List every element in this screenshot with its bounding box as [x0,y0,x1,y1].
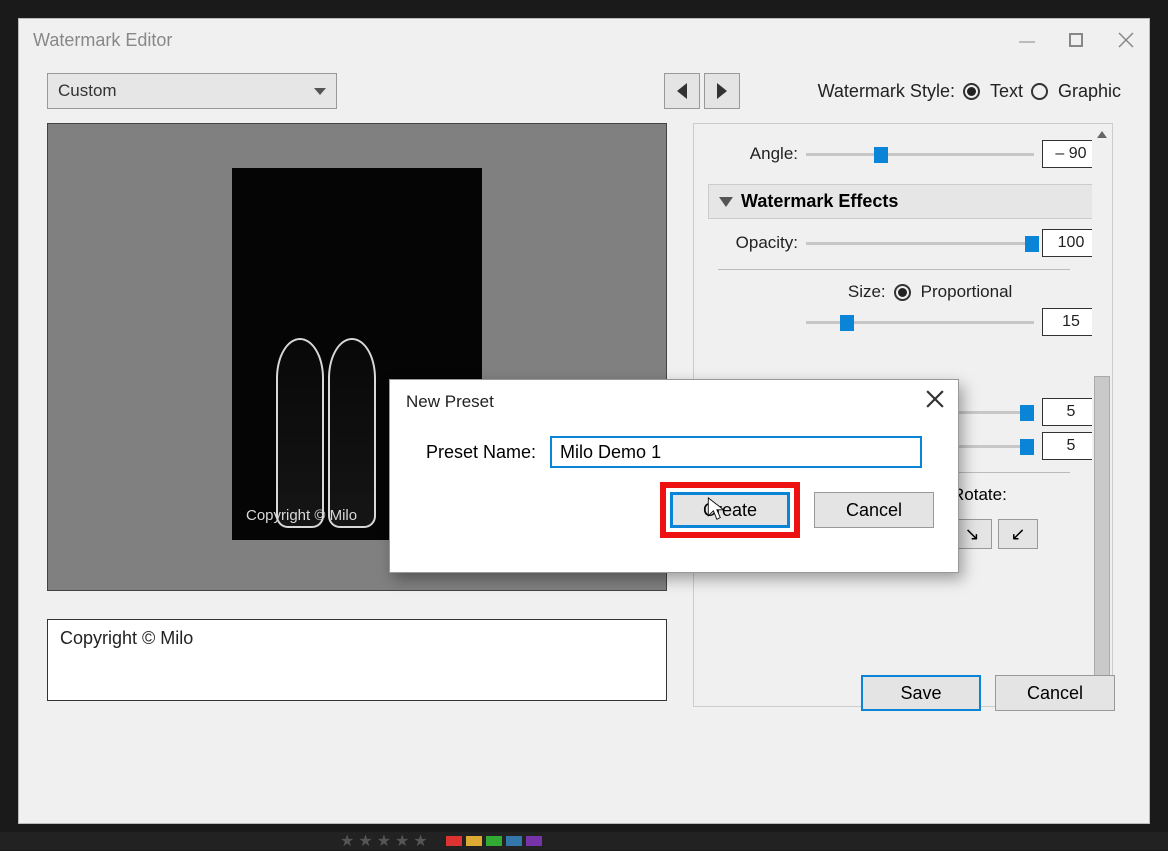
watermark-style-group: Watermark Style: Text Graphic [818,81,1121,102]
preset-dropdown[interactable]: Custom [47,73,337,109]
watermark-preview-text: Copyright © Milo [246,507,357,524]
size-mode-label: Proportional [921,282,1013,302]
dialog-close-button[interactable] [926,390,944,413]
watermark-style-label: Watermark Style: [818,81,955,102]
preset-name-input[interactable] [550,436,922,468]
style-text-label: Text [990,81,1023,102]
minimize-button[interactable] [1019,37,1035,43]
preset-name-label: Preset Name: [426,442,536,463]
cursor-icon [707,497,725,526]
disclosure-triangle-icon [719,197,733,207]
opacity-label: Opacity: [708,233,798,253]
create-button[interactable]: Create [670,492,790,528]
cancel-button[interactable]: Cancel [995,675,1115,711]
os-taskbar: ★★★★★ [0,832,1168,850]
glass-shape [328,338,376,528]
style-graphic-radio[interactable] [1031,83,1048,100]
style-text-radio[interactable] [963,83,980,100]
settings-scrollbar[interactable] [1092,124,1112,706]
size-proportional-radio[interactable] [894,284,911,301]
dialog-title: New Preset [390,380,958,424]
opacity-slider[interactable] [806,234,1034,252]
window-buttons [1019,31,1135,49]
angle-label: Angle: [708,144,798,164]
rating-stars-icon: ★★★★★ [340,831,432,851]
watermark-editor-window: Watermark Editor Custom Watermark Style:… [18,18,1150,824]
chevron-down-icon [314,88,326,95]
prev-image-button[interactable] [664,73,700,109]
style-graphic-label: Graphic [1058,81,1121,102]
new-preset-dialog: New Preset Preset Name: Create Cancel [389,379,959,573]
effects-section-header[interactable]: Watermark Effects [708,184,1100,219]
rotate-cw-button[interactable]: ↙ [998,519,1038,549]
rotate-label: Rotate: [952,485,1038,505]
window-title: Watermark Editor [33,30,172,51]
save-button[interactable]: Save [861,675,981,711]
triangle-left-icon [677,83,687,99]
scroll-thumb[interactable] [1094,376,1110,686]
preset-dropdown-value: Custom [58,81,117,101]
effects-section-title: Watermark Effects [741,191,898,212]
titlebar: Watermark Editor [19,19,1149,61]
size-label: Size: [796,282,886,302]
close-window-button[interactable] [1117,31,1135,49]
glass-shape [276,338,324,528]
scroll-up-button[interactable] [1092,124,1112,144]
next-image-button[interactable] [704,73,740,109]
dialog-cancel-button[interactable]: Cancel [814,492,934,528]
watermark-text-input[interactable]: Copyright © Milo [47,619,667,701]
triangle-right-icon [717,83,727,99]
maximize-button[interactable] [1069,33,1083,47]
size-slider[interactable] [806,313,1034,331]
angle-slider[interactable] [806,145,1034,163]
